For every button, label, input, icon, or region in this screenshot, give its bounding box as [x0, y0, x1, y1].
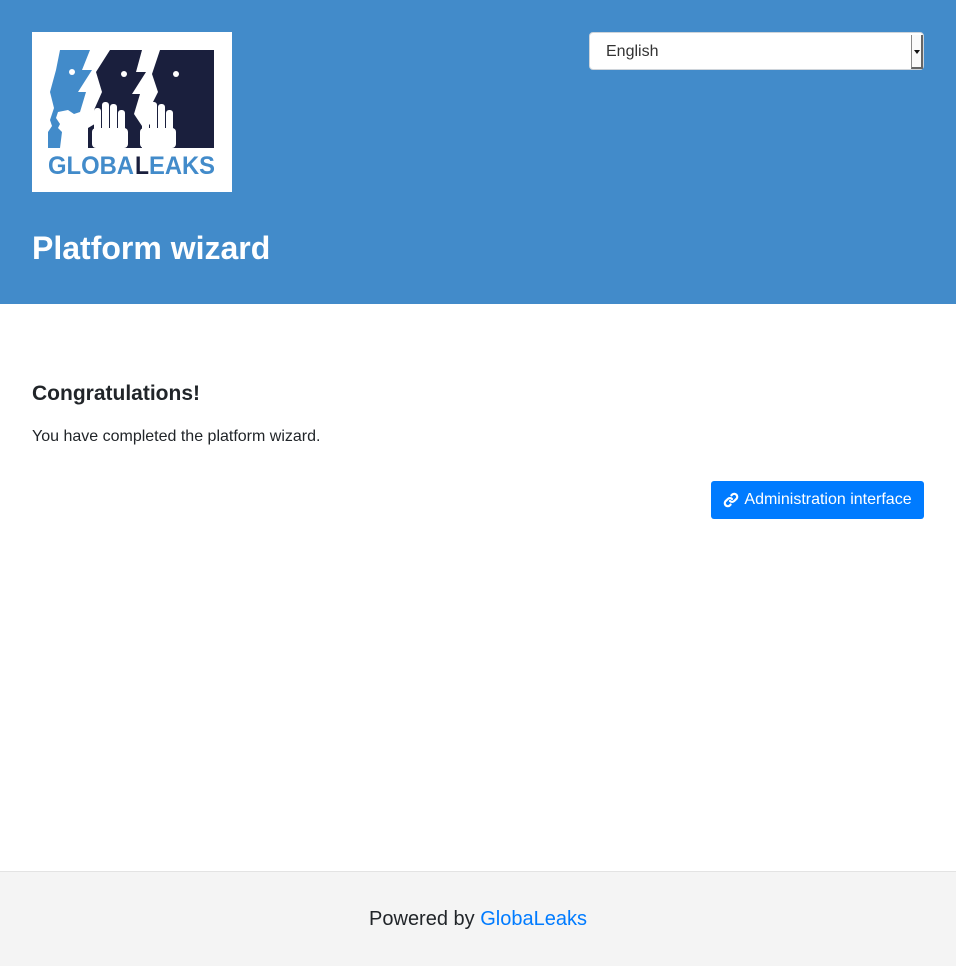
- globaleaks-logo-icon: GLOBA L EAKS: [48, 50, 215, 180]
- language-select-value: English: [606, 43, 659, 60]
- congratulations-heading: Congratulations!: [32, 382, 200, 405]
- page-title: Platform wizard: [32, 230, 271, 266]
- logo-text-mid: L: [135, 152, 149, 180]
- language-select[interactable]: English: [589, 32, 924, 70]
- page: GLOBA L EAKS English Platform wizard Con…: [0, 0, 956, 966]
- chevron-down-icon[interactable]: [911, 35, 923, 69]
- link-icon: [724, 492, 739, 508]
- logo: GLOBA L EAKS: [32, 32, 232, 192]
- globaleaks-link[interactable]: GlobaLeaks: [480, 908, 587, 930]
- footer-powered-by: Powered by GlobaLeaks: [0, 904, 956, 934]
- completion-message: You have completed the platform wizard.: [32, 428, 321, 445]
- header: GLOBA L EAKS English Platform wizard: [0, 0, 956, 304]
- administration-interface-label: Administration interface: [744, 491, 912, 508]
- logo-text-left: GLOBA: [48, 152, 134, 180]
- powered-by-text: Powered by: [369, 908, 475, 930]
- administration-interface-button[interactable]: Administration interface: [711, 481, 924, 519]
- logo-text-right: EAKS: [149, 152, 215, 180]
